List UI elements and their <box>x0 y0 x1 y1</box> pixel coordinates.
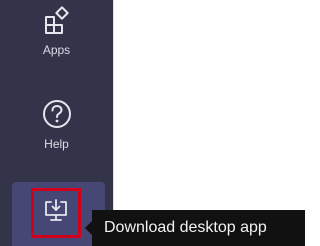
teams-window: Apps Help Download desktop app <box>0 0 305 246</box>
help-icon <box>41 98 73 135</box>
rail-item-help-label: Help <box>44 137 69 151</box>
apps-icon <box>42 6 72 41</box>
download-desktop-icon <box>43 198 69 229</box>
download-highlight-box[interactable] <box>31 188 81 238</box>
download-tooltip: Download desktop app <box>92 210 305 246</box>
rail-item-apps-label: Apps <box>42 43 71 57</box>
rail-item-apps[interactable]: Apps <box>0 6 113 74</box>
rail-item-help[interactable]: Help <box>0 98 113 168</box>
